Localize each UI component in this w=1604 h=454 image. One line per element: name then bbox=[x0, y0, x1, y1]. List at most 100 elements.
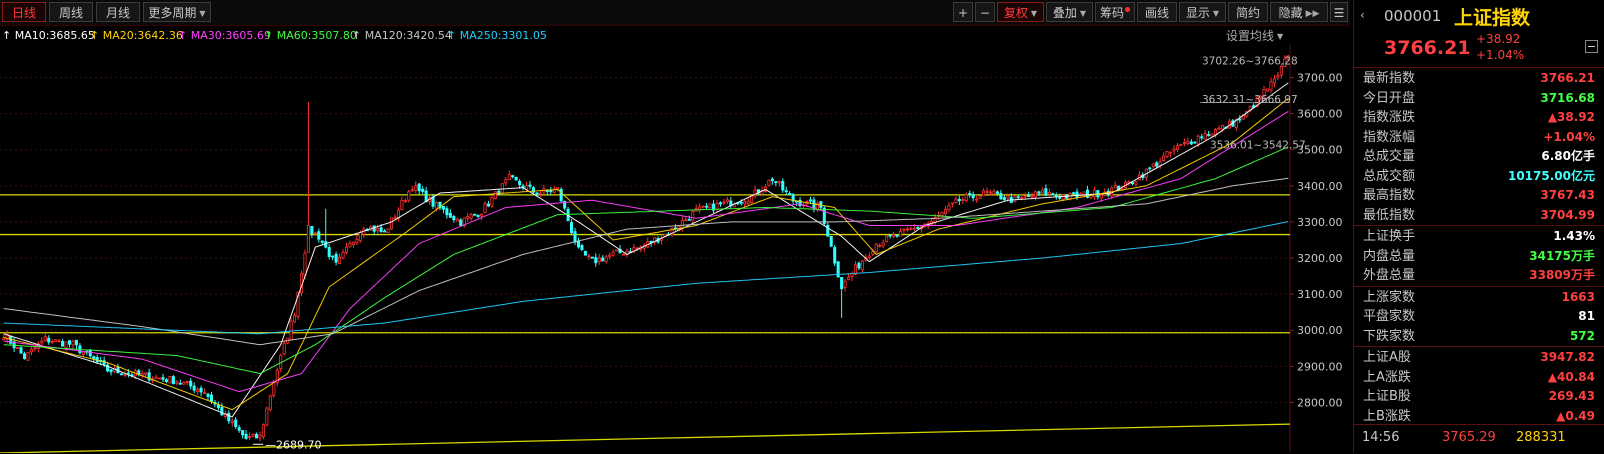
candle-body bbox=[538, 192, 542, 195]
stat-row: 最高指数 3767.43 bbox=[1354, 186, 1604, 206]
tick-price: 3765.29 bbox=[1442, 430, 1496, 445]
candle-body bbox=[1044, 188, 1048, 196]
candle-body bbox=[199, 387, 203, 393]
ma-legend-item: ↑ MA250:3301.05 bbox=[447, 29, 547, 42]
candle-body bbox=[504, 179, 508, 184]
dropdown-arrow-icon: ▼ bbox=[1277, 32, 1284, 41]
candle-body bbox=[272, 381, 276, 396]
candle-body bbox=[338, 256, 342, 264]
menu-icon: ☰ bbox=[1333, 6, 1345, 20]
candle-body bbox=[310, 225, 314, 235]
candle-body bbox=[258, 434, 262, 439]
candle-body bbox=[570, 222, 574, 234]
candle-body bbox=[950, 202, 954, 205]
ma-settings-button[interactable]: 设置均线 ▼ bbox=[1226, 27, 1283, 44]
chips-button[interactable]: 筹码 bbox=[1095, 2, 1135, 22]
candle-body bbox=[559, 188, 563, 202]
candle-body bbox=[1155, 162, 1159, 167]
candle-body bbox=[19, 347, 23, 354]
zoom-in-button[interactable]: + bbox=[953, 2, 973, 22]
candle-body bbox=[1047, 192, 1051, 195]
candle-body bbox=[445, 208, 449, 216]
candle-body bbox=[788, 193, 792, 195]
candle-body bbox=[1006, 195, 1010, 199]
previous-stock-arrow-icon[interactable]: ‹ bbox=[1360, 8, 1365, 22]
candle-body bbox=[254, 433, 259, 439]
stat-value: 6.80亿手 bbox=[1541, 149, 1595, 163]
minimize-icon[interactable] bbox=[1585, 40, 1598, 53]
candle-body bbox=[22, 353, 27, 360]
overlay-dropdown[interactable]: 叠加 ▼ bbox=[1046, 2, 1093, 22]
panel-collapse-button[interactable]: ☰ bbox=[1330, 2, 1348, 22]
draw-line-button[interactable]: 画线 bbox=[1137, 2, 1177, 22]
candle-body bbox=[248, 436, 252, 439]
candle-body bbox=[954, 198, 958, 203]
zoom-out-button[interactable]: − bbox=[975, 2, 995, 22]
candle-body bbox=[621, 253, 626, 256]
stat-value: 3704.99 bbox=[1540, 207, 1595, 222]
tab-daily[interactable]: 日线 bbox=[2, 2, 46, 22]
candle-body bbox=[1276, 75, 1280, 78]
stat-value: 3766.21 bbox=[1540, 71, 1595, 85]
candle-body bbox=[26, 351, 30, 361]
candle-body bbox=[1148, 167, 1152, 170]
stat-label: 总成交量 bbox=[1363, 149, 1416, 164]
simple-mode-button[interactable]: 简约 bbox=[1228, 2, 1268, 22]
candle-body bbox=[833, 247, 837, 264]
quote-panel: ‹ 000001 上证指数 3766.21 +38.92 +1.04% 最新指数… bbox=[1353, 0, 1604, 453]
candle-body bbox=[746, 201, 750, 204]
hide-panel-button[interactable]: 隐藏 ▶▶ bbox=[1270, 2, 1328, 22]
candle-body bbox=[293, 315, 297, 323]
tab-weekly[interactable]: 周线 bbox=[49, 2, 93, 22]
candle-body bbox=[898, 230, 903, 237]
candle-body bbox=[701, 205, 705, 208]
candle-body bbox=[576, 240, 581, 248]
display-dropdown[interactable]: 显示 ▼ bbox=[1179, 2, 1226, 22]
stat-value: +1.04% bbox=[1543, 129, 1595, 144]
stock-code: 000001 bbox=[1384, 7, 1442, 25]
candle-body bbox=[708, 203, 712, 209]
stat-label: 下跌家数 bbox=[1363, 328, 1416, 344]
candle-body bbox=[50, 341, 54, 344]
candle-body bbox=[978, 195, 982, 199]
candle-body bbox=[957, 198, 961, 202]
candle-body bbox=[777, 181, 781, 184]
restore-rights-dropdown[interactable]: 复权 ▼ bbox=[997, 2, 1044, 22]
candle-body bbox=[268, 395, 272, 411]
candle-body bbox=[808, 199, 812, 202]
candle-body bbox=[511, 175, 515, 178]
candle-body bbox=[874, 243, 878, 253]
candle-body bbox=[383, 230, 387, 233]
candle-body bbox=[16, 347, 20, 350]
y-tick-label: 3700.00 bbox=[1297, 71, 1343, 84]
candle-body bbox=[1113, 184, 1117, 189]
candle-body bbox=[715, 203, 719, 210]
candle-body bbox=[1165, 151, 1169, 157]
tab-monthly[interactable]: 月线 bbox=[96, 2, 140, 22]
candle-body bbox=[829, 236, 833, 247]
candle-body bbox=[822, 207, 826, 225]
candle-body bbox=[424, 190, 428, 203]
candle-body bbox=[289, 320, 293, 341]
stat-row: 外盘总量 33809万手 bbox=[1354, 266, 1604, 286]
candle-body bbox=[1051, 193, 1055, 196]
candle-body bbox=[1189, 141, 1193, 145]
more-periods-dropdown[interactable]: 更多周期 ▼ bbox=[143, 2, 211, 22]
candle-body bbox=[1272, 78, 1276, 84]
candle-body bbox=[857, 262, 861, 269]
candle-body bbox=[1151, 163, 1155, 167]
candle-body bbox=[1220, 125, 1225, 130]
candlestick-chart[interactable]: 3700.003600.003500.003400.003300.003200.… bbox=[0, 45, 1350, 453]
tick-time: 14:56 bbox=[1362, 430, 1400, 445]
ma-legend-item: ↑ MA10:3685.65 bbox=[2, 29, 95, 42]
stat-label: 总成交额 bbox=[1363, 168, 1416, 184]
candle-body bbox=[985, 190, 989, 193]
y-tick-label: 3300.00 bbox=[1297, 216, 1343, 229]
candle-body bbox=[209, 394, 214, 402]
stat-value: 81 bbox=[1578, 309, 1595, 323]
stat-label: 今日开盘 bbox=[1363, 90, 1416, 106]
stat-label: 上涨家数 bbox=[1363, 289, 1416, 305]
candle-body bbox=[355, 238, 359, 244]
candle-body bbox=[158, 377, 162, 380]
candle-body bbox=[189, 380, 193, 387]
